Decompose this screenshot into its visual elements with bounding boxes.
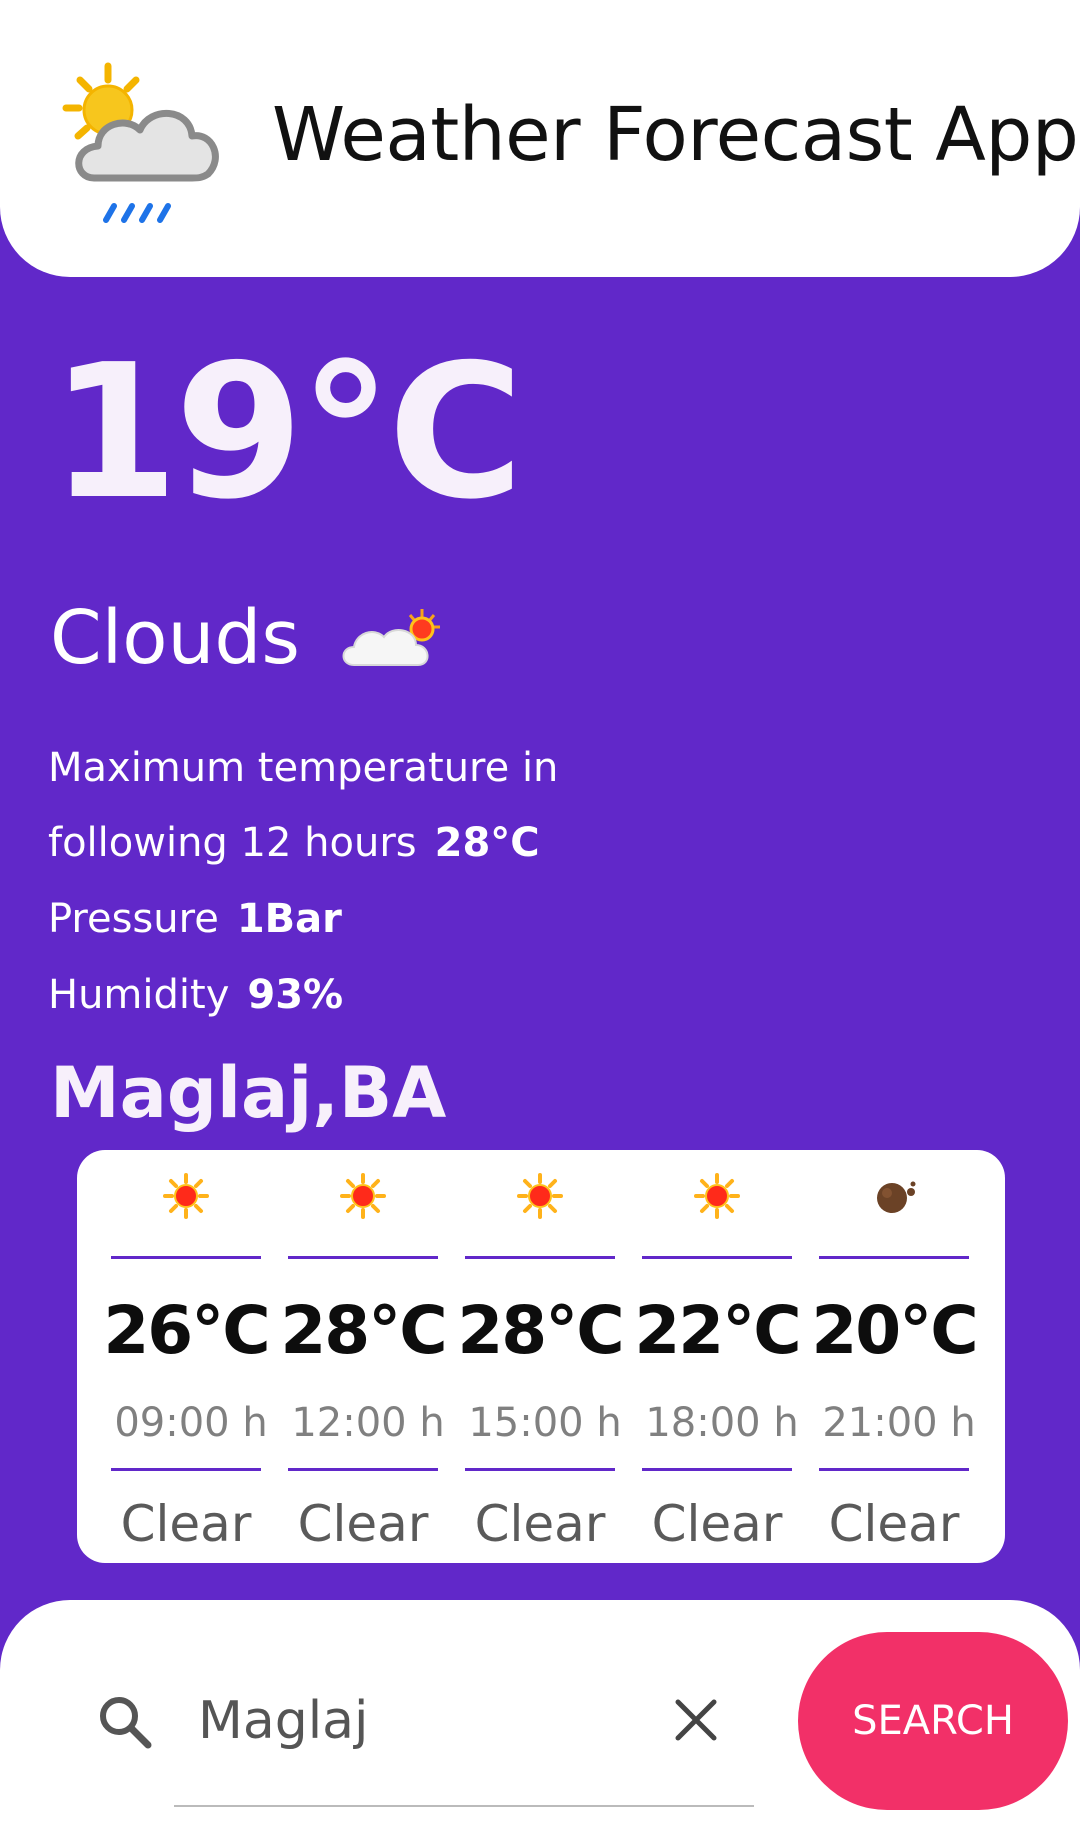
forecast-desc: Clear xyxy=(651,1495,783,1553)
sun-icon xyxy=(517,1173,563,1219)
pressure-value: 1Bar xyxy=(236,896,342,942)
forecast-desc: Clear xyxy=(474,1495,606,1553)
divider xyxy=(111,1256,261,1259)
forecast-item: 28°C 12:00 h Clear xyxy=(280,1150,448,1563)
max-temp-row: following 12 hours 28°C xyxy=(48,820,540,866)
app-header: Weather Forecast App xyxy=(0,0,1080,277)
forecast-time: 21:00 h xyxy=(822,1400,976,1446)
forecast-time: 15:00 h xyxy=(468,1400,622,1446)
sun-cloud-rain-icon xyxy=(62,62,219,223)
sun-icon xyxy=(163,1173,209,1219)
humidity-label: Humidity xyxy=(48,972,230,1018)
humidity-row: Humidity 93% xyxy=(48,972,343,1018)
divider xyxy=(465,1468,615,1471)
search-underline xyxy=(174,1805,754,1807)
forecast-desc: Clear xyxy=(828,1495,960,1553)
forecast-item: 22°C 18:00 h Clear xyxy=(634,1150,802,1563)
search-button[interactable]: SEARCH xyxy=(798,1632,1068,1810)
forecast-time: 12:00 h xyxy=(291,1400,445,1446)
forecast-temp: 20°C xyxy=(811,1292,978,1369)
forecast-temp: 28°C xyxy=(280,1292,447,1369)
divider xyxy=(642,1256,792,1259)
divider xyxy=(642,1468,792,1471)
search-icon xyxy=(100,1697,152,1749)
forecast-temp: 26°C xyxy=(103,1292,270,1369)
divider xyxy=(111,1468,261,1471)
divider xyxy=(819,1256,969,1259)
forecast-time: 18:00 h xyxy=(645,1400,799,1446)
app-title: Weather Forecast App xyxy=(272,92,1079,178)
current-condition: Clouds xyxy=(50,595,450,681)
hourly-forecast-card: 26°C 09:00 h Clear 28°C 12:00 h Clear 28… xyxy=(77,1150,1005,1563)
search-panel: SEARCH xyxy=(0,1600,1080,1830)
forecast-desc: Clear xyxy=(297,1495,429,1553)
pressure-label: Pressure xyxy=(48,896,219,942)
forecast-item: 20°C 21:00 h Clear xyxy=(811,1150,979,1563)
divider xyxy=(288,1256,438,1259)
forecast-item: 26°C 09:00 h Clear xyxy=(103,1150,271,1563)
forecast-temp: 22°C xyxy=(634,1292,801,1369)
pressure-row: Pressure 1Bar xyxy=(48,896,342,942)
close-icon[interactable] xyxy=(672,1696,720,1744)
sun-icon xyxy=(340,1173,386,1219)
max-temp-value: 28°C xyxy=(434,820,540,866)
search-input[interactable] xyxy=(198,1686,628,1756)
max-temp-label: Maximum temperature in xyxy=(48,745,559,791)
moon-icon xyxy=(877,1181,916,1213)
cloud-sun-icon xyxy=(342,609,440,666)
divider xyxy=(465,1256,615,1259)
sun-icon xyxy=(694,1173,740,1219)
divider xyxy=(288,1468,438,1471)
forecast-desc: Clear xyxy=(120,1495,252,1553)
forecast-time: 09:00 h xyxy=(114,1400,268,1446)
forecast-item: 28°C 15:00 h Clear xyxy=(457,1150,625,1563)
divider xyxy=(819,1468,969,1471)
condition-text: Clouds xyxy=(50,595,300,681)
forecast-temp: 28°C xyxy=(457,1292,624,1369)
max-temp-label-2: following 12 hours xyxy=(48,820,417,866)
location-name: Maglaj,BA xyxy=(50,1052,447,1134)
humidity-value: 93% xyxy=(247,972,344,1018)
current-temperature: 19°C xyxy=(50,324,524,540)
